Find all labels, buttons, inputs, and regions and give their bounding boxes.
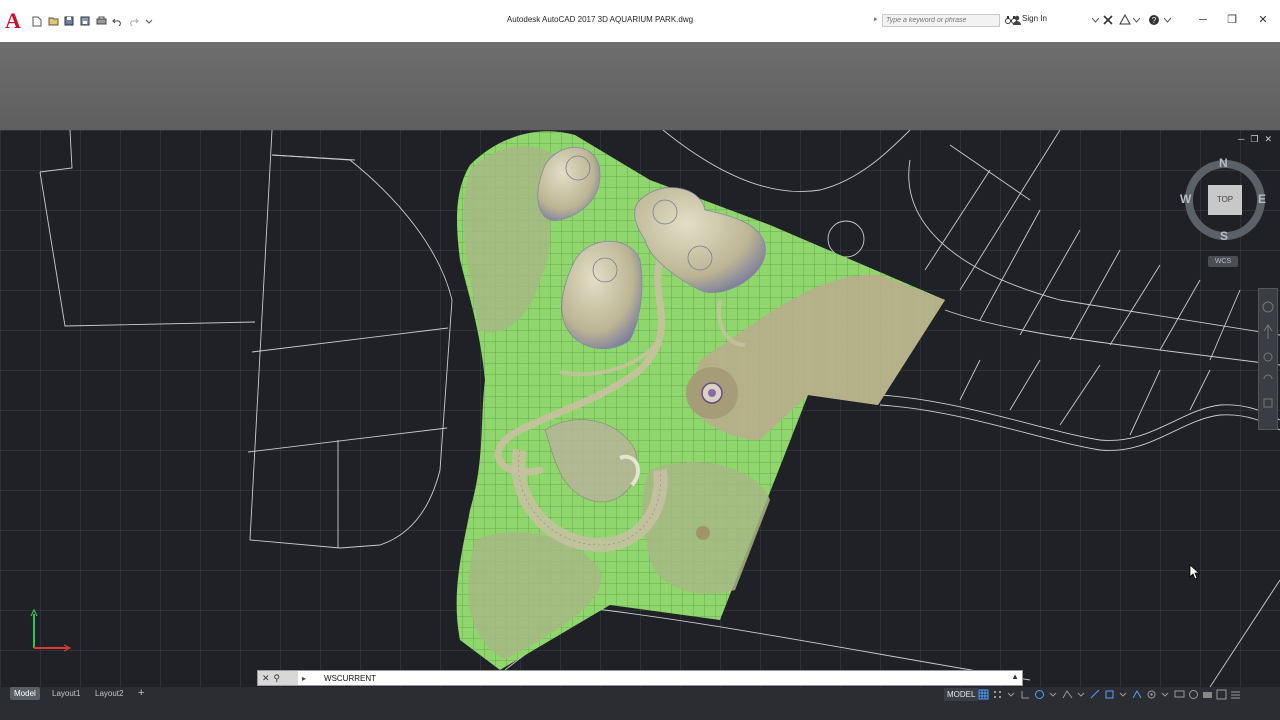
- chevron-down-icon[interactable]: [1129, 13, 1143, 27]
- mouse-cursor-icon: [1189, 564, 1201, 580]
- zoom-icon: [1263, 352, 1273, 362]
- svg-text:?: ?: [1152, 16, 1157, 25]
- chevron-down-icon[interactable]: [1006, 689, 1017, 700]
- object-snap-tracking-icon[interactable]: [1090, 689, 1101, 700]
- compass-south[interactable]: S: [1220, 229, 1228, 243]
- viewport-controls: ─ ❐ ✕: [1238, 134, 1272, 145]
- compass-east[interactable]: E: [1258, 192, 1266, 206]
- hardware-acceleration-icon[interactable]: [1202, 689, 1213, 700]
- chevron-down-icon[interactable]: [1048, 689, 1059, 700]
- navigation-bar[interactable]: [1258, 288, 1278, 430]
- title-bar: A Autodesk AutoCAD 2017 3D AQUARIUM PARK…: [0, 0, 1280, 42]
- object-snap-icon[interactable]: [1104, 689, 1115, 700]
- viewcube[interactable]: N S E W TOP WCS: [1180, 150, 1270, 270]
- ucs-icon: [30, 608, 72, 652]
- chevron-down-icon[interactable]: [1088, 13, 1102, 27]
- save-icon[interactable]: [62, 14, 76, 28]
- undo-icon[interactable]: [110, 14, 124, 28]
- workspace-switching-icon[interactable]: [1146, 689, 1157, 700]
- close-window-button[interactable]: ✕: [1256, 13, 1270, 27]
- compass-north[interactable]: N: [1219, 156, 1228, 170]
- viewcube-top-face[interactable]: TOP: [1208, 185, 1242, 215]
- sign-in-button[interactable]: Sign In: [1022, 14, 1047, 23]
- chevron-down-icon[interactable]: [1160, 689, 1171, 700]
- site-plan-drawing: [39, 130, 1280, 687]
- pan-icon: [1263, 324, 1273, 339]
- chevron-down-icon[interactable]: [1160, 13, 1174, 27]
- annotation-visibility-icon[interactable]: [1132, 689, 1143, 700]
- showmotion-icon: [1263, 398, 1273, 408]
- clean-screen-icon[interactable]: [1216, 689, 1227, 700]
- new-icon[interactable]: [30, 14, 44, 28]
- exchange-icon[interactable]: [1101, 13, 1115, 27]
- save-as-icon[interactable]: [78, 14, 92, 28]
- snap-mode-icon[interactable]: [992, 689, 1003, 700]
- help-icon[interactable]: ?: [1147, 13, 1161, 27]
- search-input[interactable]: [882, 14, 1000, 27]
- open-icon[interactable]: [46, 14, 60, 28]
- status-toggles: [978, 689, 1241, 700]
- chevron-down-icon[interactable]: [1076, 689, 1087, 700]
- steering-wheel-icon: [1262, 301, 1274, 313]
- viewport-minimize-button[interactable]: ─: [1238, 134, 1244, 145]
- expand-command-history-icon[interactable]: ▲: [1011, 672, 1019, 681]
- model-space-button[interactable]: MODEL: [944, 688, 979, 701]
- isolate-objects-icon[interactable]: [1188, 689, 1199, 700]
- annotation-monitor-icon[interactable]: [1174, 689, 1185, 700]
- quick-access-toolbar: [30, 14, 156, 28]
- add-layout-button[interactable]: +: [134, 687, 148, 700]
- tab-layout1[interactable]: Layout1: [48, 687, 84, 700]
- chevron-down-icon[interactable]: [1118, 689, 1129, 700]
- window-title: Autodesk AutoCAD 2017 3D AQUARIUM PARK.d…: [506, 15, 694, 24]
- restore-window-button[interactable]: ❐: [1225, 13, 1239, 27]
- tab-model[interactable]: Model: [10, 687, 40, 700]
- orbit-icon: [1263, 374, 1273, 380]
- customization-icon[interactable]: [1230, 689, 1241, 700]
- wcs-menu[interactable]: WCS: [1208, 256, 1238, 267]
- redo-icon[interactable]: [126, 14, 140, 28]
- drawing-viewport[interactable]: ─ ❐ ✕ N S E W TOP WCS: [0, 130, 1280, 687]
- ortho-mode-icon[interactable]: [1020, 689, 1031, 700]
- status-bar: Model Layout1 Layout2 + MODEL: [0, 687, 1280, 720]
- grid-display-icon[interactable]: [978, 689, 989, 700]
- compass-west[interactable]: W: [1180, 192, 1191, 206]
- customize-icon[interactable]: [142, 14, 156, 28]
- recent-commands-icon[interactable]: ▸: [302, 674, 306, 683]
- close-command-line-icon[interactable]: ✕: [262, 673, 270, 684]
- command-input[interactable]: WSCURRENT: [324, 674, 376, 683]
- minimize-window-button[interactable]: ─: [1196, 13, 1210, 27]
- command-line-tools: ✕ ⚲: [258, 671, 298, 685]
- search-icon[interactable]: ⚲: [274, 673, 281, 684]
- viewport-restore-button[interactable]: ❐: [1250, 134, 1258, 145]
- isodraft-icon[interactable]: [1062, 689, 1073, 700]
- command-line[interactable]: ✕ ⚲ ▸ WSCURRENT ▲: [257, 670, 1023, 686]
- viewport-close-button[interactable]: ✕: [1264, 134, 1272, 145]
- polar-tracking-icon[interactable]: [1034, 689, 1045, 700]
- tab-layout2[interactable]: Layout2: [91, 687, 127, 700]
- application-menu-button[interactable]: A: [0, 0, 26, 42]
- plot-icon[interactable]: [94, 14, 108, 28]
- search-expand-icon[interactable]: ▸: [874, 15, 878, 23]
- ribbon-panel: [0, 42, 1280, 131]
